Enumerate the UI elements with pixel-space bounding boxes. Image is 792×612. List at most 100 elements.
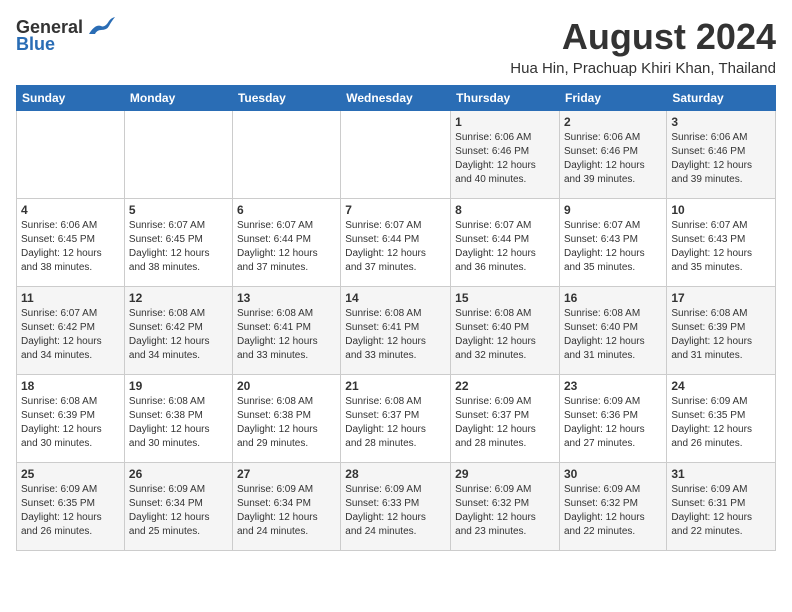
calendar-title-area: August 2024 Hua Hin, Prachuap Khiri Khan… <box>510 16 776 77</box>
day-number: 4 <box>21 203 120 217</box>
day-number: 6 <box>237 203 336 217</box>
cell-4-1: 26 Sunrise: 6:09 AM Sunset: 6:34 PM Dayli… <box>124 463 232 551</box>
week-row-4: 18 Sunrise: 6:08 AM Sunset: 6:39 PM Dayli… <box>17 375 776 463</box>
day-number: 12 <box>129 291 228 305</box>
day-info: Sunrise: 6:08 AM Sunset: 6:41 PM Dayligh… <box>237 307 336 363</box>
cell-2-1: 12 Sunrise: 6:08 AM Sunset: 6:42 PM Dayli… <box>124 287 232 375</box>
cell-1-0: 4 Sunrise: 6:06 AM Sunset: 6:45 PM Daylig… <box>17 199 125 287</box>
day-info: Sunrise: 6:06 AM Sunset: 6:45 PM Dayligh… <box>21 219 120 275</box>
cell-4-3: 28Sunrise: 6:09 AM Sunset: 6:33 PM Dayli… <box>341 463 451 551</box>
header-wednesday: Wednesday <box>341 86 451 111</box>
cell-3-4: 22 Sunrise: 6:09 AM Sunset: 6:37 PM Dayli… <box>451 375 560 463</box>
day-info: Sunrise: 6:09 AM Sunset: 6:34 PM Dayligh… <box>237 483 336 539</box>
cell-1-3: 7 Sunrise: 6:07 AM Sunset: 6:44 PM Daylig… <box>341 199 451 287</box>
cell-1-5: 9 Sunrise: 6:07 AM Sunset: 6:43 PM Daylig… <box>560 199 667 287</box>
day-info: Sunrise: 6:09 AM Sunset: 6:33 PM Dayligh… <box>345 483 446 539</box>
cell-2-3: 14 Sunrise: 6:08 AM Sunset: 6:41 PM Dayli… <box>341 287 451 375</box>
cell-3-3: 21 Sunrise: 6:08 AM Sunset: 6:37 PM Dayli… <box>341 375 451 463</box>
day-number: 17 <box>671 291 771 305</box>
day-number: 27 <box>237 467 336 481</box>
day-info: Sunrise: 6:09 AM Sunset: 6:37 PM Dayligh… <box>455 395 555 451</box>
cell-2-6: 17Sunrise: 6:08 AM Sunset: 6:39 PM Dayli… <box>667 287 776 375</box>
day-number: 20 <box>237 379 336 393</box>
day-number: 23 <box>564 379 662 393</box>
header-friday: Friday <box>560 86 667 111</box>
day-number: 26 <box>129 467 228 481</box>
day-info: Sunrise: 6:07 AM Sunset: 6:44 PM Dayligh… <box>345 219 446 275</box>
day-info: Sunrise: 6:08 AM Sunset: 6:40 PM Dayligh… <box>455 307 555 363</box>
cell-1-2: 6 Sunrise: 6:07 AM Sunset: 6:44 PM Daylig… <box>232 199 340 287</box>
cell-4-5: 30Sunrise: 6:09 AM Sunset: 6:32 PM Dayli… <box>560 463 667 551</box>
cell-4-6: 31 Sunrise: 6:09 AM Sunset: 6:31 PM Dayli… <box>667 463 776 551</box>
day-info: Sunrise: 6:09 AM Sunset: 6:36 PM Dayligh… <box>564 395 662 451</box>
day-info: Sunrise: 6:06 AM Sunset: 6:46 PM Dayligh… <box>564 131 662 187</box>
day-info: Sunrise: 6:09 AM Sunset: 6:31 PM Dayligh… <box>671 483 771 539</box>
header-monday: Monday <box>124 86 232 111</box>
day-number: 19 <box>129 379 228 393</box>
cell-2-0: 11 Sunrise: 6:07 AM Sunset: 6:42 PM Dayli… <box>17 287 125 375</box>
day-info: Sunrise: 6:07 AM Sunset: 6:43 PM Dayligh… <box>671 219 771 275</box>
day-number: 25 <box>21 467 120 481</box>
day-number: 13 <box>237 291 336 305</box>
day-number: 7 <box>345 203 446 217</box>
day-info: Sunrise: 6:06 AM Sunset: 6:46 PM Dayligh… <box>455 131 555 187</box>
day-number: 21 <box>345 379 446 393</box>
day-info: Sunrise: 6:08 AM Sunset: 6:37 PM Dayligh… <box>345 395 446 451</box>
day-number: 31 <box>671 467 771 481</box>
cell-0-5: 2 Sunrise: 6:06 AM Sunset: 6:46 PM Daylig… <box>560 111 667 199</box>
cell-0-0 <box>17 111 125 199</box>
cell-0-3 <box>341 111 451 199</box>
week-row-5: 25 Sunrise: 6:09 AM Sunset: 6:35 PM Dayli… <box>17 463 776 551</box>
calendar-subtitle: Hua Hin, Prachuap Khiri Khan, Thailand <box>510 60 776 77</box>
day-info: Sunrise: 6:08 AM Sunset: 6:42 PM Dayligh… <box>129 307 228 363</box>
cell-1-1: 5Sunrise: 6:07 AM Sunset: 6:45 PM Daylig… <box>124 199 232 287</box>
header-tuesday: Tuesday <box>232 86 340 111</box>
calendar-table: Sunday Monday Tuesday Wednesday Thursday… <box>16 85 776 551</box>
cell-3-2: 20 Sunrise: 6:08 AM Sunset: 6:38 PM Dayli… <box>232 375 340 463</box>
day-number: 29 <box>455 467 555 481</box>
day-number: 1 <box>455 115 555 129</box>
cell-2-4: 15Sunrise: 6:08 AM Sunset: 6:40 PM Dayli… <box>451 287 560 375</box>
cell-3-5: 23 Sunrise: 6:09 AM Sunset: 6:36 PM Dayli… <box>560 375 667 463</box>
day-info: Sunrise: 6:07 AM Sunset: 6:42 PM Dayligh… <box>21 307 120 363</box>
cell-0-4: 1 Sunrise: 6:06 AM Sunset: 6:46 PM Daylig… <box>451 111 560 199</box>
day-info: Sunrise: 6:09 AM Sunset: 6:35 PM Dayligh… <box>21 483 120 539</box>
days-header-row: Sunday Monday Tuesday Wednesday Thursday… <box>17 86 776 111</box>
day-number: 22 <box>455 379 555 393</box>
day-number: 5 <box>129 203 228 217</box>
day-number: 10 <box>671 203 771 217</box>
cell-1-4: 8 Sunrise: 6:07 AM Sunset: 6:44 PM Daylig… <box>451 199 560 287</box>
week-row-1: 1 Sunrise: 6:06 AM Sunset: 6:46 PM Daylig… <box>17 111 776 199</box>
header-saturday: Saturday <box>667 86 776 111</box>
day-number: 11 <box>21 291 120 305</box>
cell-3-6: 24Sunrise: 6:09 AM Sunset: 6:35 PM Dayli… <box>667 375 776 463</box>
cell-4-2: 27 Sunrise: 6:09 AM Sunset: 6:34 PM Dayli… <box>232 463 340 551</box>
header-sunday: Sunday <box>17 86 125 111</box>
day-info: Sunrise: 6:07 AM Sunset: 6:43 PM Dayligh… <box>564 219 662 275</box>
day-number: 14 <box>345 291 446 305</box>
logo-bird-icon <box>87 16 115 38</box>
day-info: Sunrise: 6:07 AM Sunset: 6:44 PM Dayligh… <box>455 219 555 275</box>
header-thursday: Thursday <box>451 86 560 111</box>
cell-3-0: 18 Sunrise: 6:08 AM Sunset: 6:39 PM Dayli… <box>17 375 125 463</box>
day-info: Sunrise: 6:08 AM Sunset: 6:38 PM Dayligh… <box>129 395 228 451</box>
logo: General Blue <box>16 16 115 55</box>
cell-0-1 <box>124 111 232 199</box>
day-number: 8 <box>455 203 555 217</box>
day-info: Sunrise: 6:08 AM Sunset: 6:41 PM Dayligh… <box>345 307 446 363</box>
cell-2-5: 16Sunrise: 6:08 AM Sunset: 6:40 PM Dayli… <box>560 287 667 375</box>
cell-3-1: 19 Sunrise: 6:08 AM Sunset: 6:38 PM Dayli… <box>124 375 232 463</box>
day-info: Sunrise: 6:09 AM Sunset: 6:34 PM Dayligh… <box>129 483 228 539</box>
week-row-3: 11 Sunrise: 6:07 AM Sunset: 6:42 PM Dayli… <box>17 287 776 375</box>
day-info: Sunrise: 6:06 AM Sunset: 6:46 PM Dayligh… <box>671 131 771 187</box>
day-info: Sunrise: 6:09 AM Sunset: 6:32 PM Dayligh… <box>455 483 555 539</box>
cell-4-4: 29 Sunrise: 6:09 AM Sunset: 6:32 PM Dayli… <box>451 463 560 551</box>
cell-0-6: 3Sunrise: 6:06 AM Sunset: 6:46 PM Daylig… <box>667 111 776 199</box>
day-number: 18 <box>21 379 120 393</box>
day-info: Sunrise: 6:07 AM Sunset: 6:44 PM Dayligh… <box>237 219 336 275</box>
day-info: Sunrise: 6:08 AM Sunset: 6:39 PM Dayligh… <box>21 395 120 451</box>
day-info: Sunrise: 6:08 AM Sunset: 6:38 PM Dayligh… <box>237 395 336 451</box>
day-number: 2 <box>564 115 662 129</box>
cell-0-2 <box>232 111 340 199</box>
day-number: 9 <box>564 203 662 217</box>
